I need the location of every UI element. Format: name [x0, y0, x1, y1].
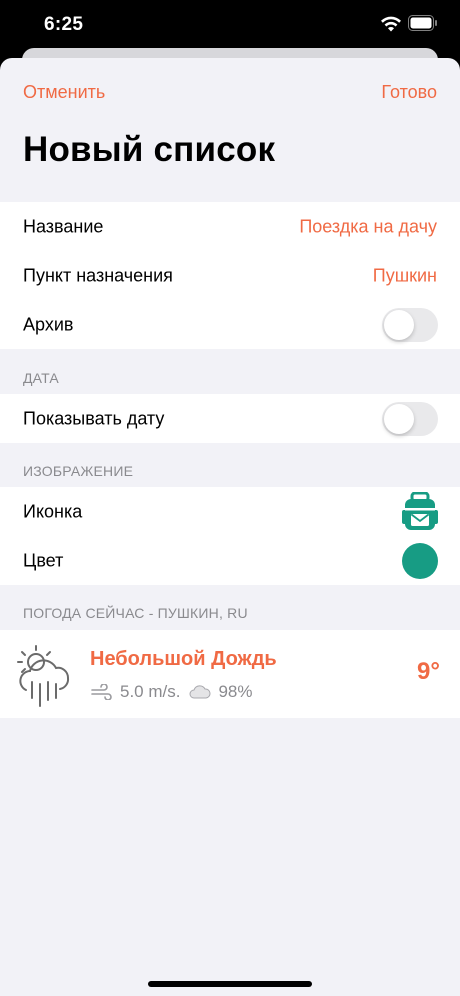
image-section-header: ИЗОБРАЖЕНИЕ: [23, 463, 134, 479]
show-date-row: Показывать дату: [0, 394, 460, 443]
date-section-header: ДАТА: [23, 370, 59, 386]
icon-row[interactable]: Иконка: [0, 487, 460, 536]
toggle-knob: [384, 309, 414, 340]
status-time: 6:25: [44, 14, 84, 35]
color-swatch[interactable]: [402, 542, 438, 579]
color-label: Цвет: [23, 550, 64, 570]
wind-icon: [91, 684, 112, 700]
humidity: 98%: [218, 682, 253, 701]
general-group: Название Поездка на дачу Пункт назначени…: [0, 202, 460, 349]
wind-speed: 5.0 m/s.: [120, 682, 181, 701]
cancel-button[interactable]: Отменить: [23, 82, 105, 103]
weather-section-header: ПОГОДА СЕЙЧАС - ПУШКИН, RU: [23, 605, 248, 621]
date-group: Показывать дату: [0, 394, 460, 443]
home-indicator[interactable]: [148, 981, 312, 987]
new-list-sheet: Отменить Готово Новый список Название По…: [0, 58, 460, 996]
color-row[interactable]: Цвет: [0, 536, 460, 585]
toggle-knob: [384, 403, 414, 434]
show-date-toggle[interactable]: [382, 401, 438, 436]
destination-value[interactable]: Пушкин: [373, 265, 437, 286]
wifi-icon: [381, 16, 401, 32]
image-group: Иконка Цвет: [0, 487, 460, 585]
status-bar: 6:25: [0, 0, 460, 50]
temperature: 9°: [417, 658, 440, 685]
page-title: Новый список: [23, 130, 276, 169]
archive-toggle[interactable]: [382, 307, 438, 342]
show-date-label: Показывать дату: [23, 408, 165, 428]
name-label: Название: [23, 216, 104, 236]
done-button[interactable]: Готово: [381, 82, 437, 103]
archive-row: Архив: [0, 300, 460, 349]
sun-cloud-rain-icon: [17, 645, 70, 707]
destination-label: Пункт назначения: [23, 265, 173, 285]
battery-icon: [408, 15, 437, 31]
backpack-icon[interactable]: [402, 491, 438, 532]
cloud-icon: [189, 685, 211, 699]
destination-row[interactable]: Пункт назначения Пушкин: [0, 251, 460, 300]
icon-label: Иконка: [23, 501, 83, 521]
weather-details: 5.0 m/s. 98%: [90, 682, 253, 702]
archive-label: Архив: [23, 314, 74, 334]
name-row[interactable]: Название Поездка на дачу: [0, 202, 460, 251]
name-value[interactable]: Поездка на дачу: [299, 216, 437, 237]
weather-description: Небольшой Дождь: [90, 648, 277, 670]
weather-card: Небольшой Дождь 5.0 m/s. 98% 9°: [0, 630, 460, 718]
